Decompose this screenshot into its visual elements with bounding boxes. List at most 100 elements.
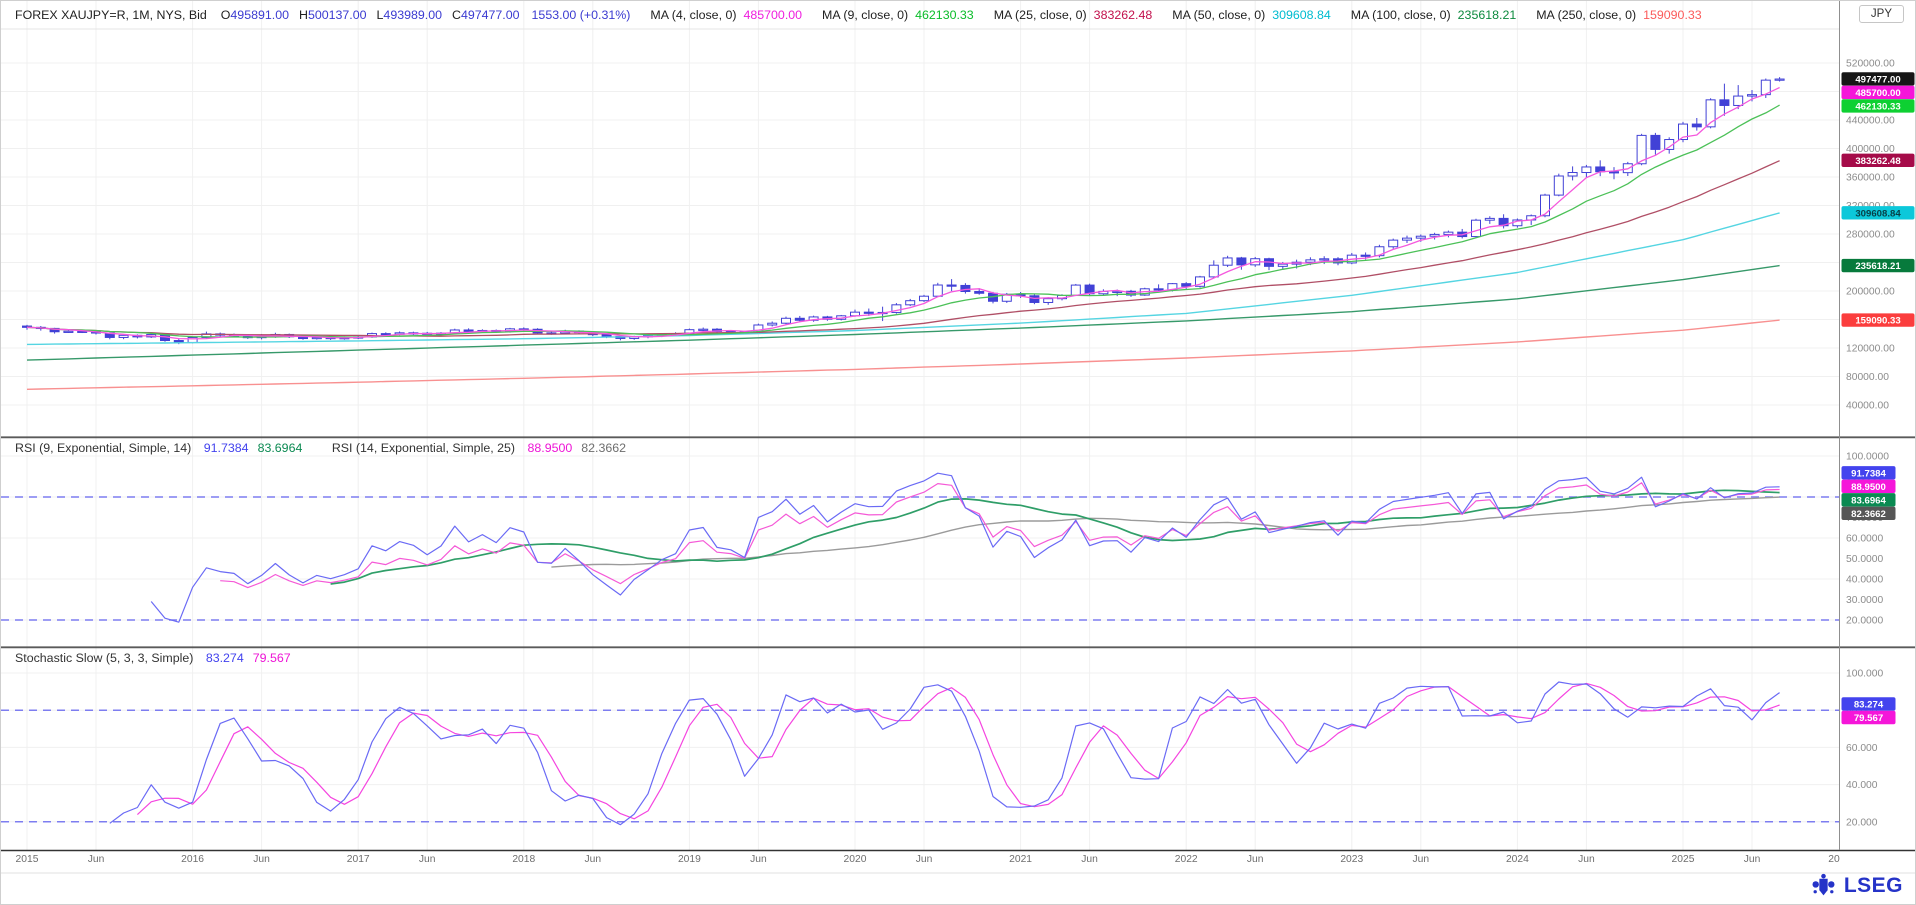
svg-text:309608.84: 309608.84	[1855, 209, 1901, 220]
y-tick-label: 440000.00	[1846, 116, 1895, 127]
axis-price-badge: 497477.00	[1842, 72, 1915, 85]
svg-text:91.7384: 91.7384	[1851, 469, 1886, 480]
axis-price-badge: 159090.33	[1842, 313, 1915, 326]
svg-text:83.274: 83.274	[1854, 700, 1884, 711]
grid-horizontal	[1, 63, 1839, 405]
ma-legend-value: 485700.00	[743, 8, 802, 22]
ma-legend-label: MA (50, close, 0)	[1172, 8, 1265, 22]
rsi-9-line	[151, 473, 1779, 622]
y-tick-label: 20.0000	[1846, 616, 1883, 627]
x-tick-label: Jun	[1744, 854, 1761, 865]
stoch-k-line	[110, 682, 1780, 825]
x-tick-label: 20	[1828, 854, 1840, 865]
quote-field-label: O	[221, 8, 231, 22]
rsi-values-2: 88.950082.3662	[518, 441, 626, 455]
ma-legend-value: 159090.33	[1643, 8, 1702, 22]
candlestick-series[interactable]	[23, 77, 1785, 344]
ma-legend-label: MA (25, close, 0)	[994, 8, 1087, 22]
x-tick-label: Jun	[253, 854, 270, 865]
ma-legend-label: MA (4, close, 0)	[650, 8, 736, 22]
x-tick-label: 2021	[1009, 854, 1032, 865]
y-axis-labels: 20.00040.00060.00080.000100.000	[1846, 669, 1883, 829]
y-tick-label: 40.0000	[1846, 575, 1883, 586]
x-tick-label: Jun	[1412, 854, 1429, 865]
x-tick-label: 2024	[1506, 854, 1529, 865]
x-tick-label: Jun	[916, 854, 933, 865]
y-tick-label: 360000.00	[1846, 173, 1895, 184]
stoch-indicator-label: Stochastic Slow (5, 3, 3, Simple)	[15, 651, 193, 665]
x-tick-label: Jun	[88, 854, 105, 865]
y-tick-label: 280000.00	[1846, 230, 1895, 241]
y-tick-label: 100.0000	[1846, 452, 1889, 463]
indicator-value: 83.6964	[258, 441, 303, 455]
axis-price-badge: 485700.00	[1842, 86, 1915, 99]
x-tick-label: Jun	[584, 854, 601, 865]
x-tick-label: 2015	[16, 854, 39, 865]
x-tick-label: 2017	[347, 854, 370, 865]
rsi-values-1: 91.7384 83.6964	[195, 441, 303, 455]
y-tick-label: 520000.00	[1846, 59, 1895, 70]
x-tick-label: Jun	[1247, 854, 1264, 865]
y-tick-label: 200000.00	[1846, 287, 1895, 298]
y-tick-label: 50.0000	[1846, 554, 1883, 565]
svg-text:485700.00: 485700.00	[1855, 88, 1900, 99]
axis-price-badge: 91.7384	[1842, 466, 1896, 479]
y-tick-label: 30.0000	[1846, 595, 1883, 606]
lseg-logo-icon	[1810, 872, 1837, 899]
x-tick-label: Jun	[750, 854, 767, 865]
svg-text:83.6964: 83.6964	[1851, 496, 1886, 507]
y-tick-label: 40.000	[1846, 780, 1878, 791]
y-tick-label: 20.000	[1846, 817, 1878, 828]
ma-legend-value: 383262.48	[1094, 8, 1153, 22]
svg-text:159090.33: 159090.33	[1855, 316, 1900, 327]
axis-price-badge: 88.9500	[1842, 480, 1896, 493]
quote-change: 1553.00 (+0.31%)	[532, 8, 631, 22]
x-tick-label: Jun	[1578, 854, 1595, 865]
axis-price-badge: 83.274	[1842, 697, 1896, 710]
svg-text:497477.00: 497477.00	[1855, 75, 1900, 86]
ma-legend-label: MA (100, close, 0)	[1351, 8, 1451, 22]
y-tick-label: 60.000	[1846, 743, 1878, 754]
axis-price-badge: 82.3662	[1842, 507, 1896, 520]
quote-field-value: 495891.00	[230, 8, 289, 22]
overlay-25	[27, 161, 1780, 337]
overlay-50	[27, 213, 1780, 345]
ma-legend: MA (4, close, 0) 485700.00 MA (9, close, 0…	[630, 8, 1701, 22]
y-tick-label: 40000.00	[1846, 401, 1889, 412]
lseg-logo-text: LSEG	[1844, 874, 1903, 898]
rsi-indicator-label: RSI (9, Exponential, Simple, 14)	[15, 441, 191, 455]
ohlc-quote: O495891.00H500137.00L493989.00C497477.00…	[221, 8, 631, 22]
x-tick-label: 2020	[844, 854, 867, 865]
svg-text:383262.48: 383262.48	[1855, 156, 1901, 167]
rsi-indicator-label-2: RSI (14, Exponential, Simple, 25)	[332, 441, 515, 455]
currency-button[interactable]: JPY	[1859, 5, 1904, 23]
rsi-pane-title: RSI (9, Exponential, Simple, 14) 91.7384…	[15, 441, 626, 455]
indicator-value: 79.567	[253, 651, 291, 665]
axis-price-badge: 462130.33	[1842, 99, 1915, 112]
quote-field-label: H	[299, 8, 308, 22]
quote-field-label: C	[452, 8, 461, 22]
footer-brand: LSEG	[1810, 872, 1903, 899]
x-tick-label: 2018	[512, 854, 535, 865]
quote-field-value: 493989.00	[383, 8, 442, 22]
quote-field-value: 497477.00	[461, 8, 520, 22]
ma-legend-label: MA (9, close, 0)	[822, 8, 908, 22]
svg-text:462130.33: 462130.33	[1855, 102, 1900, 113]
quote-field-value: 500137.00	[308, 8, 367, 22]
x-axis-labels: 2015Jun2016Jun2017Jun2018Jun2019Jun2020J…	[16, 854, 1840, 865]
svg-text:88.9500: 88.9500	[1851, 482, 1886, 493]
x-tick-label: 2023	[1340, 854, 1363, 865]
indicator-value: 88.9500	[527, 441, 572, 455]
axis-price-badge: 235618.21	[1842, 259, 1915, 272]
stoch-pane-title: Stochastic Slow (5, 3, 3, Simple) 83.274…	[15, 651, 291, 665]
x-tick-label: 2022	[1175, 854, 1198, 865]
y-tick-label: 100.000	[1846, 669, 1883, 680]
overlay-250	[27, 320, 1780, 389]
indicator-value: 91.7384	[204, 441, 249, 455]
svg-text:82.3662: 82.3662	[1851, 509, 1886, 520]
svg-text:235618.21: 235618.21	[1855, 261, 1901, 272]
x-tick-label: Jun	[419, 854, 436, 865]
rsi-sma25-line	[551, 497, 1779, 567]
chart-app: 40000.0080000.00120000.00160000.00200000…	[0, 0, 1916, 905]
axis-price-badge: 309608.84	[1842, 206, 1915, 219]
